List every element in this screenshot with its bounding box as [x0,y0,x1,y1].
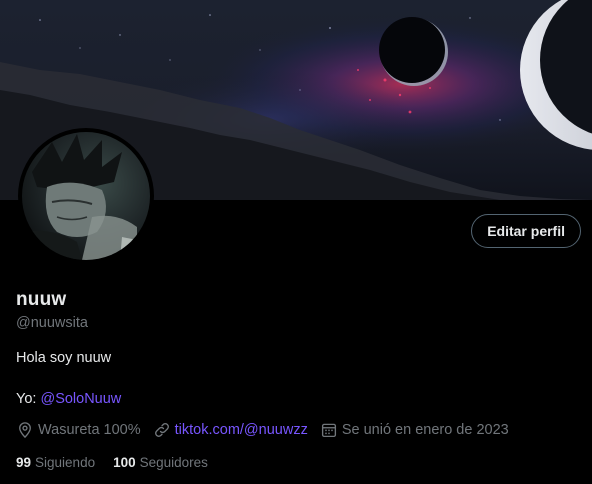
location-pin-icon [19,422,31,439]
followers-label: Seguidores [139,455,208,470]
profile-follow-stats: 99 Siguiendo 100 Seguidores [16,455,226,470]
following-link[interactable]: 99 Siguiendo [16,455,95,470]
profile-location: Wasureta 100% [16,421,141,439]
profile-website-link[interactable]: tiktok.com/@nuuwzz [175,422,308,438]
bio-mention-link[interactable]: @SoloNuuw [40,391,121,407]
profile-joined: Se unió en enero de 2023 [320,421,509,439]
profile-joined-text: Se unió en enero de 2023 [341,422,509,438]
profile-avatar[interactable] [18,128,154,264]
bio-yo-label: Yo: [16,391,37,407]
profile-bio-mention-line: Yo: @SoloNuuw [16,391,121,407]
profile-bio: Hola soy nuuw [16,350,112,366]
profile-meta-row: Wasureta 100% tiktok.com/@nuuwzz Se unió… [16,421,521,439]
profile-website: tiktok.com/@nuuwzz [153,421,308,439]
following-label: Siguiendo [35,455,96,470]
profile-handle: @nuuwsita [16,315,88,331]
calendar-icon [321,423,336,438]
following-count: 99 [16,455,32,470]
profile-page: Editar perfil nuuw @nuuwsita Hola soy nu… [0,0,592,484]
profile-display-name: nuuw [16,289,67,310]
profile-location-text: Wasureta 100% [38,422,141,438]
followers-count: 100 [113,455,136,470]
edit-profile-button[interactable]: Editar perfil [471,214,581,248]
link-icon [154,423,169,437]
followers-link[interactable]: 100 Seguidores [113,455,208,470]
